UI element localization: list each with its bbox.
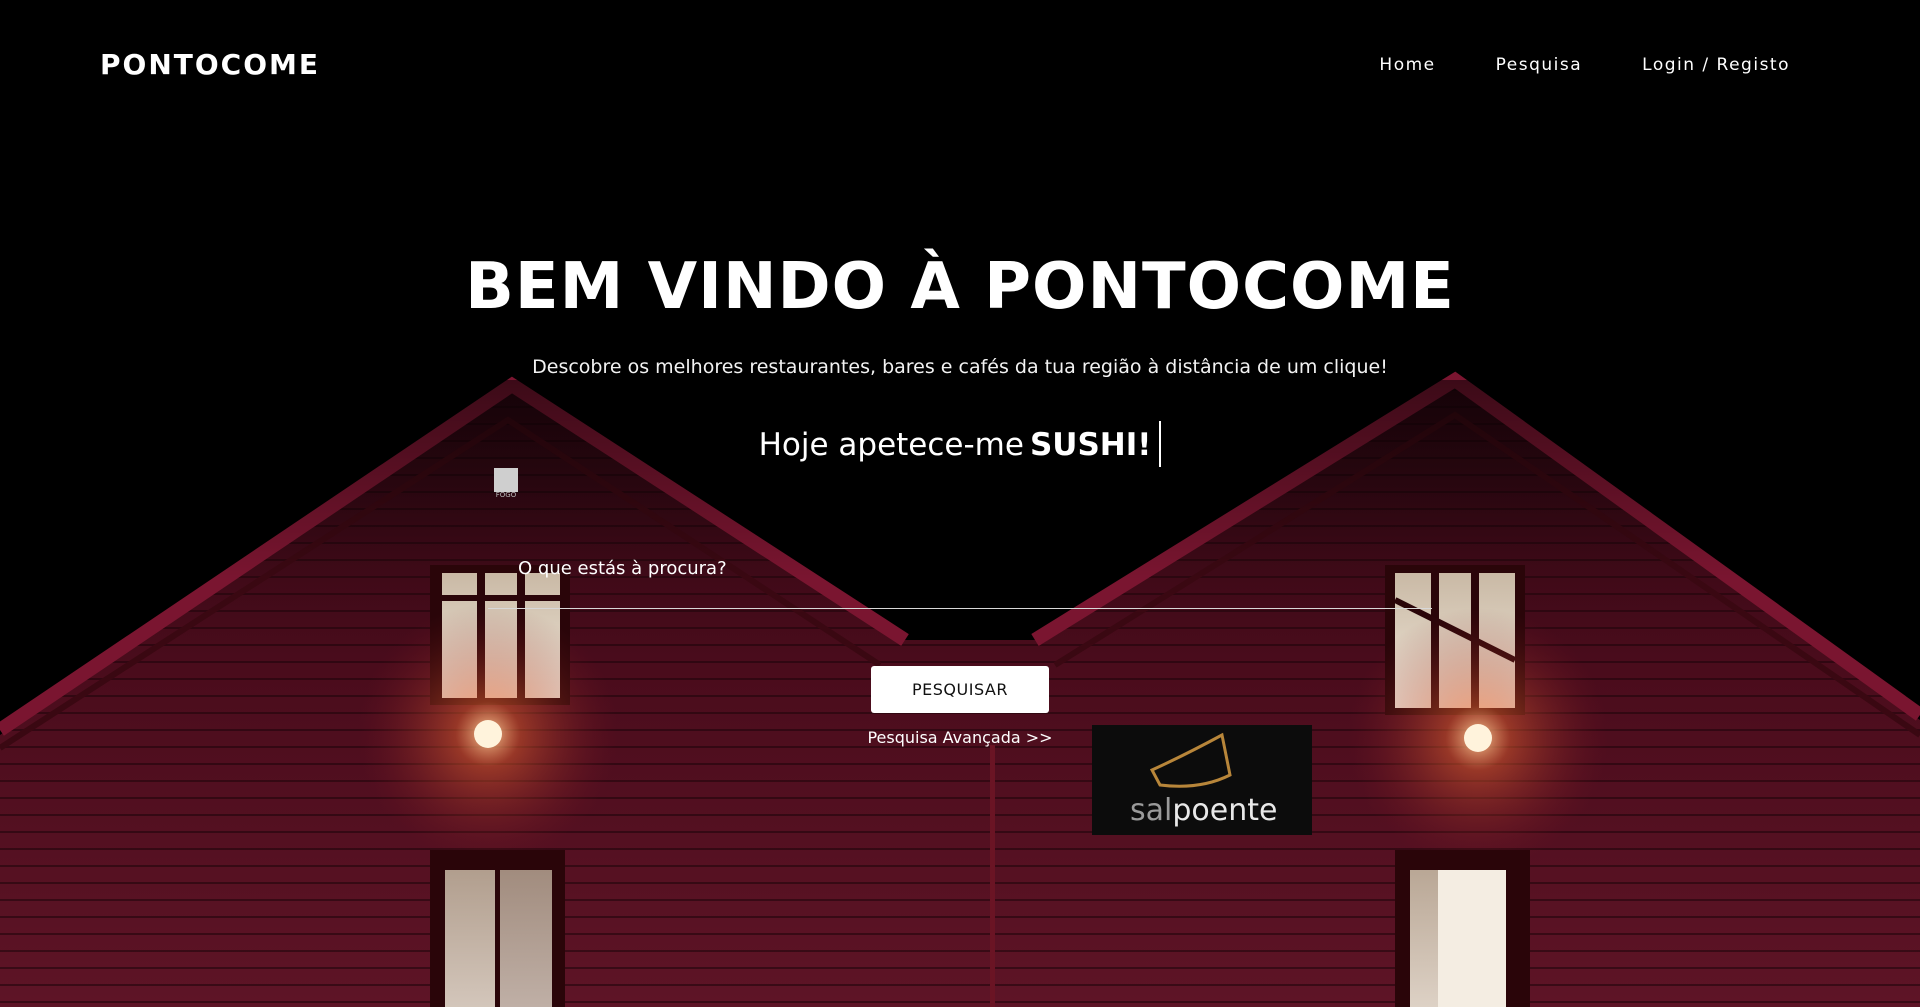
typewriter-word: SUSHI! — [1029, 427, 1152, 463]
typewriter-text: Hoje apetece-me SUSHI! — [0, 420, 1920, 467]
typewriter-prefix: Hoje apetece-me — [758, 427, 1024, 463]
search-input[interactable] — [488, 580, 1432, 609]
search-button[interactable]: PESQUISAR — [871, 666, 1049, 713]
search-label: O que estás à procura? — [518, 558, 727, 579]
hero-section: BEM VINDO À PONTOCOME Descobre os melhor… — [0, 0, 1920, 1007]
page: FOGO salpoente PONTOCOME Home Pesquisa L… — [0, 0, 1920, 1007]
advanced-search-link[interactable]: Pesquisa Avançada >> — [867, 728, 1052, 747]
typewriter-cursor — [1159, 420, 1162, 467]
advanced-search-container: Pesquisa Avançada >> — [0, 728, 1920, 747]
hero-title: BEM VINDO À PONTOCOME — [465, 250, 1455, 324]
hero-subtitle: Descobre os melhores restaurantes, bares… — [532, 356, 1388, 378]
